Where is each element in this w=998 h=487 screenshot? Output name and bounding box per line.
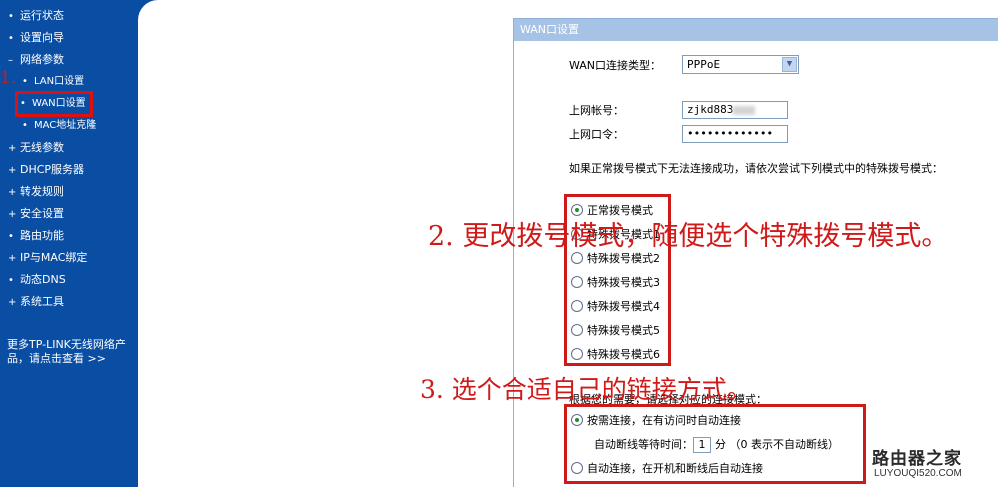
sidebar-item-mac-clone[interactable]: • MAC地址克隆 bbox=[22, 116, 96, 136]
sidebar-item-label: 设置向导 bbox=[20, 31, 64, 44]
account-input[interactable]: zjkd883 bbox=[682, 101, 788, 119]
sidebar-item-setup-wizard[interactable]: • 设置向导 bbox=[8, 28, 64, 48]
watermark-logo: 路由器之家 bbox=[872, 449, 962, 469]
sidebar-item-forwarding[interactable]: + 转发规则 bbox=[8, 182, 64, 202]
chevron-down-icon[interactable]: ▼ bbox=[782, 57, 797, 72]
dial-mode-hint: 如果正常拨号模式下无法连接成功，请依次尝试下列模式中的特殊拨号模式： bbox=[569, 162, 943, 175]
connection-type-select[interactable]: PPPoE ▼ bbox=[682, 55, 799, 74]
sidebar-item-label: 路由功能 bbox=[20, 229, 64, 242]
account-value: zjkd883 bbox=[687, 103, 734, 116]
sidebar-item-ip-mac-binding[interactable]: + IP与MAC绑定 bbox=[8, 248, 87, 268]
password-value: ••••••••••••• bbox=[687, 127, 774, 140]
password-label: 上网口令： bbox=[569, 128, 624, 141]
sidebar-item-label: MAC地址克隆 bbox=[34, 120, 97, 131]
sidebar-item-ddns[interactable]: • 动态DNS bbox=[8, 270, 66, 290]
sidebar-item-dhcp[interactable]: + DHCP服务器 bbox=[8, 160, 84, 180]
annotation-step-2: 2. 更改拨号模式，随便选个特殊拨号模式。 bbox=[428, 221, 949, 252]
sidebar-item-lan[interactable]: • LAN口设置 bbox=[22, 72, 84, 92]
sidebar-item-label: IP与MAC绑定 bbox=[20, 251, 88, 264]
sidebar-item-wireless[interactable]: + 无线参数 bbox=[8, 138, 64, 158]
sidebar-item-label: 无线参数 bbox=[20, 141, 64, 154]
sidebar-item-network[interactable]: – 网络参数 bbox=[8, 50, 64, 70]
password-input[interactable]: ••••••••••••• bbox=[682, 125, 788, 143]
annotation-step-3: 3. 选个合适自己的链接方式。 bbox=[420, 375, 752, 404]
watermark-url: LUYOUQI520.COM bbox=[874, 468, 962, 479]
annotation-step-1: 1. bbox=[0, 68, 17, 88]
connection-type-label: WAN口连接类型： bbox=[569, 59, 662, 72]
sidebar-item-wan[interactable]: • WAN口设置 bbox=[15, 91, 93, 117]
redacted-mark bbox=[733, 105, 756, 115]
sidebar-item-label: 网络参数 bbox=[20, 53, 64, 66]
sidebar-item-label: DHCP服务器 bbox=[20, 163, 85, 176]
sidebar-item-label: 安全设置 bbox=[20, 207, 64, 220]
connection-mode-highlight bbox=[564, 404, 866, 484]
sidebar-item-status[interactable]: • 运行状态 bbox=[8, 6, 64, 26]
sidebar-item-system-tools[interactable]: + 系统工具 bbox=[8, 292, 64, 312]
more-products-link[interactable]: 更多TP-LINK无线网络产品，请点击查看 >> bbox=[7, 338, 133, 366]
sidebar-corner-decoration bbox=[138, 0, 158, 20]
sidebar-menu: • 运行状态 • 设置向导 – 网络参数 • LAN口设置 • WAN口设置 • MAC地址… bbox=[0, 0, 138, 487]
account-label: 上网帐号： bbox=[569, 104, 624, 117]
sidebar-item-label: LAN口设置 bbox=[34, 76, 85, 87]
sidebar-item-label: 动态DNS bbox=[20, 273, 66, 286]
sidebar-item-label: 运行状态 bbox=[20, 9, 64, 22]
panel-title: WAN口设置 bbox=[514, 19, 998, 41]
sidebar-item-label: WAN口设置 bbox=[32, 98, 86, 109]
sidebar-item-label: 转发规则 bbox=[20, 185, 64, 198]
connection-type-value: PPPoE bbox=[687, 58, 721, 71]
sidebar-item-security[interactable]: + 安全设置 bbox=[8, 204, 64, 224]
sidebar-item-routing[interactable]: • 路由功能 bbox=[8, 226, 64, 246]
sidebar-item-label: 系统工具 bbox=[20, 295, 64, 308]
